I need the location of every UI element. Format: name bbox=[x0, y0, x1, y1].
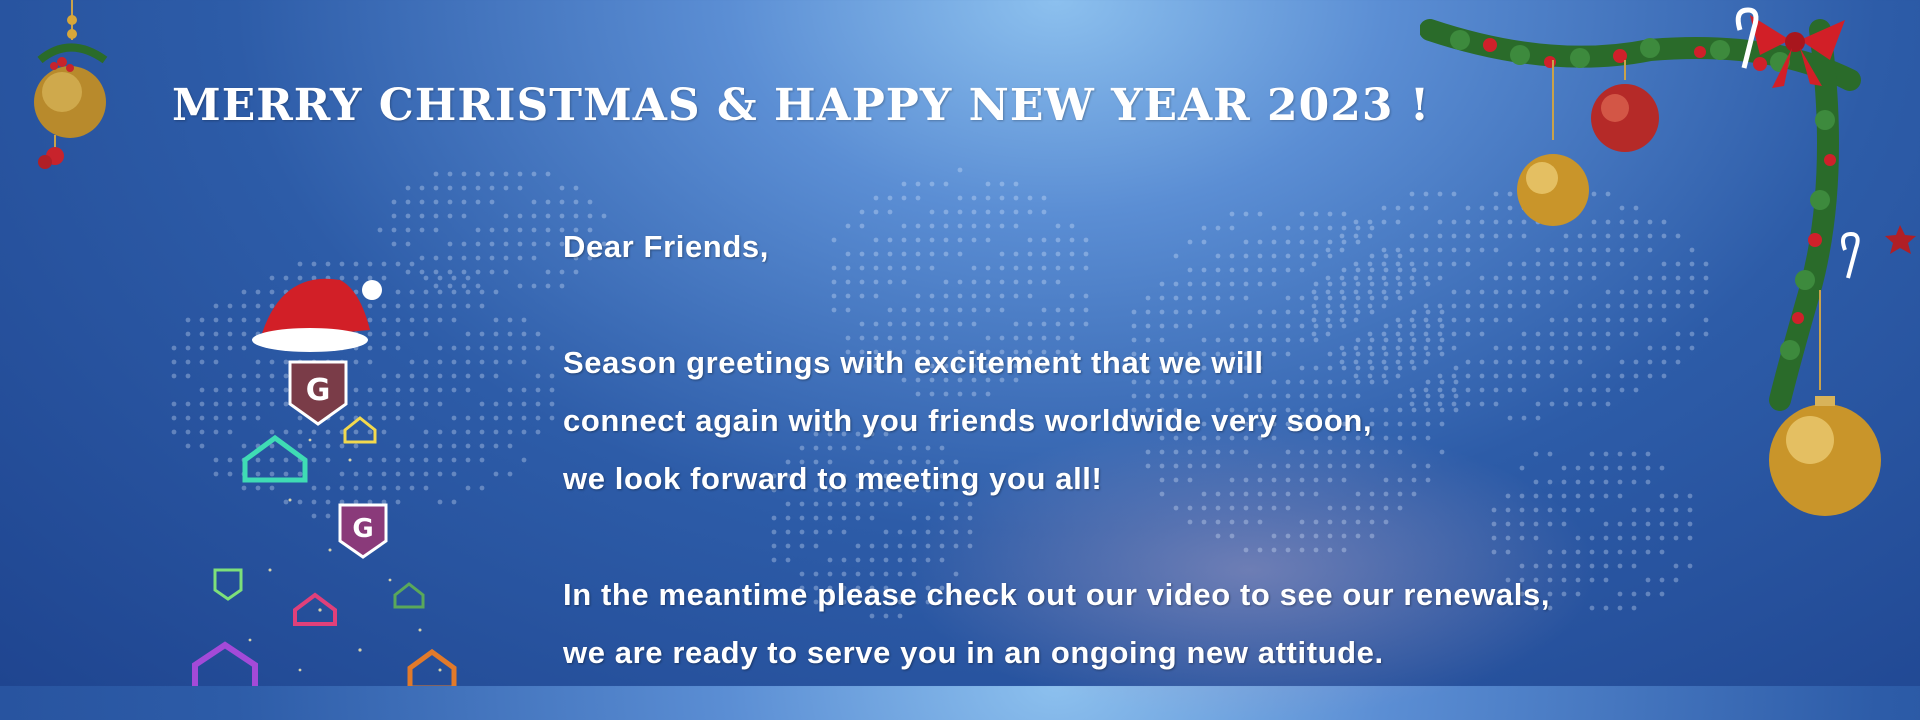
paragraph1-line2: connect again with you friends worldwide… bbox=[563, 403, 1373, 438]
paragraph2-line1: In the meantime please check out our vid… bbox=[563, 577, 1551, 612]
greeting-letter: Dear Friends, Season greetings with exci… bbox=[563, 218, 1743, 682]
greeting-line: Dear Friends, bbox=[563, 229, 769, 264]
logo-christmas-tree-icon: G G bbox=[192, 278, 457, 686]
page-title: MERRY CHRISTMAS & HAPPY NEW YEAR 2023 ! bbox=[172, 80, 1431, 131]
paragraph2-line2: we are ready to serve you in an ongoing … bbox=[563, 635, 1384, 670]
paragraph1-line3: we look forward to meeting you all! bbox=[563, 461, 1103, 496]
paragraph1-line1: Season greetings with excitement that we… bbox=[563, 345, 1264, 380]
svg-text:G: G bbox=[352, 514, 373, 544]
svg-text:G: G bbox=[306, 373, 331, 408]
hanging-ornament-topleft-icon bbox=[34, 0, 108, 169]
